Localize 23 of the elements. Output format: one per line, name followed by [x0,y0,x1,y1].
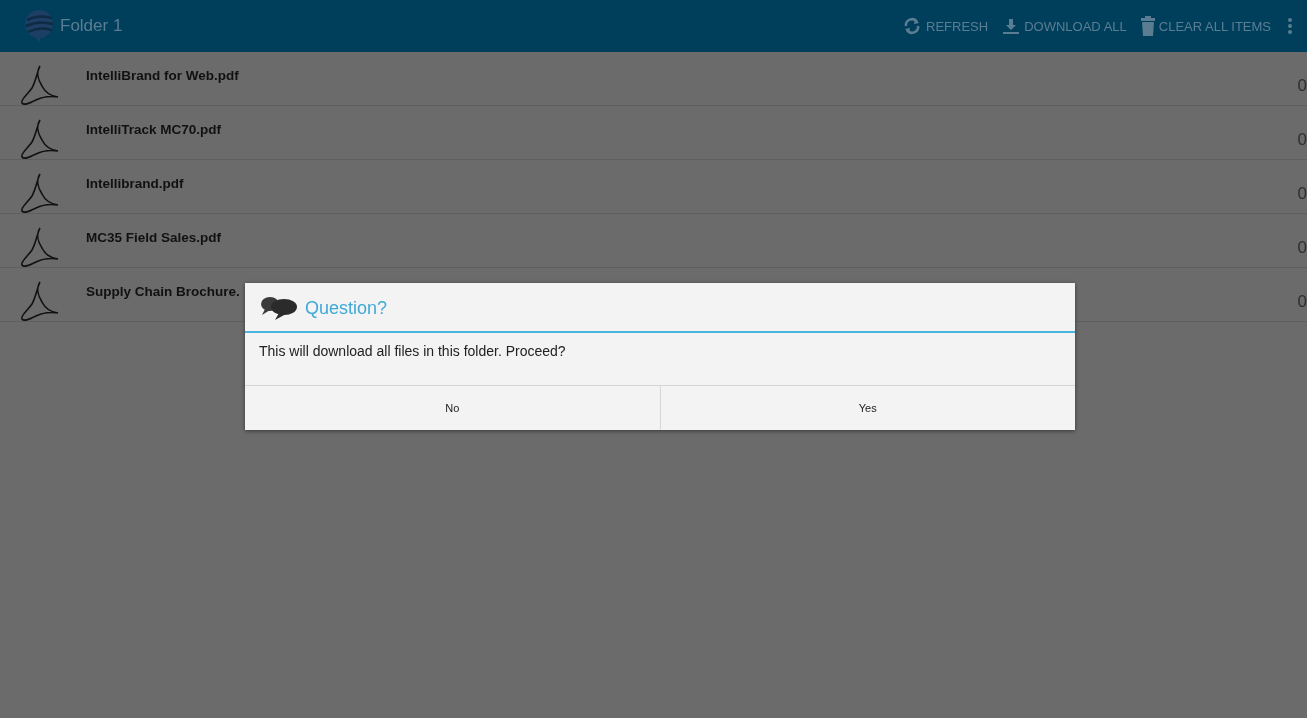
file-name[interactable]: IntelliTrack MC70.pdf [86,122,222,137]
dialog-title: Question? [305,297,388,319]
overflow-menu-icon[interactable] [1287,17,1293,35]
file-count: 0 [1297,184,1307,204]
action-button[interactable]: REFRESH [902,17,989,35]
file-count: 0 [1297,76,1307,96]
file-count: 0 [1297,292,1307,312]
file-count: 0 [1297,238,1307,258]
speech-bubbles-icon [259,295,299,321]
trash-icon [1140,16,1155,36]
dialog-button[interactable]: No [245,386,660,430]
action-button[interactable]: CLEAR ALL ITEMS [1140,16,1271,36]
folder-title: Folder 1 [60,16,123,36]
file-name[interactable]: MC35 Field Sales.pdf [86,230,222,245]
file-count: 0 [1297,130,1307,150]
file-name[interactable]: Intellibrand.pdf [86,176,184,191]
dialog-button[interactable]: Yes [659,386,1075,430]
file-name[interactable]: IntelliBrand for Web.pdf [86,68,239,83]
action-button[interactable]: DOWNLOAD ALL [1002,17,1127,35]
globe-logo-icon [22,8,56,44]
dialog-message: This will download all files in this folder. Proceed? [245,333,1075,386]
download-icon [1002,17,1021,35]
file-name[interactable]: Supply Chain Brochure. [86,284,240,299]
